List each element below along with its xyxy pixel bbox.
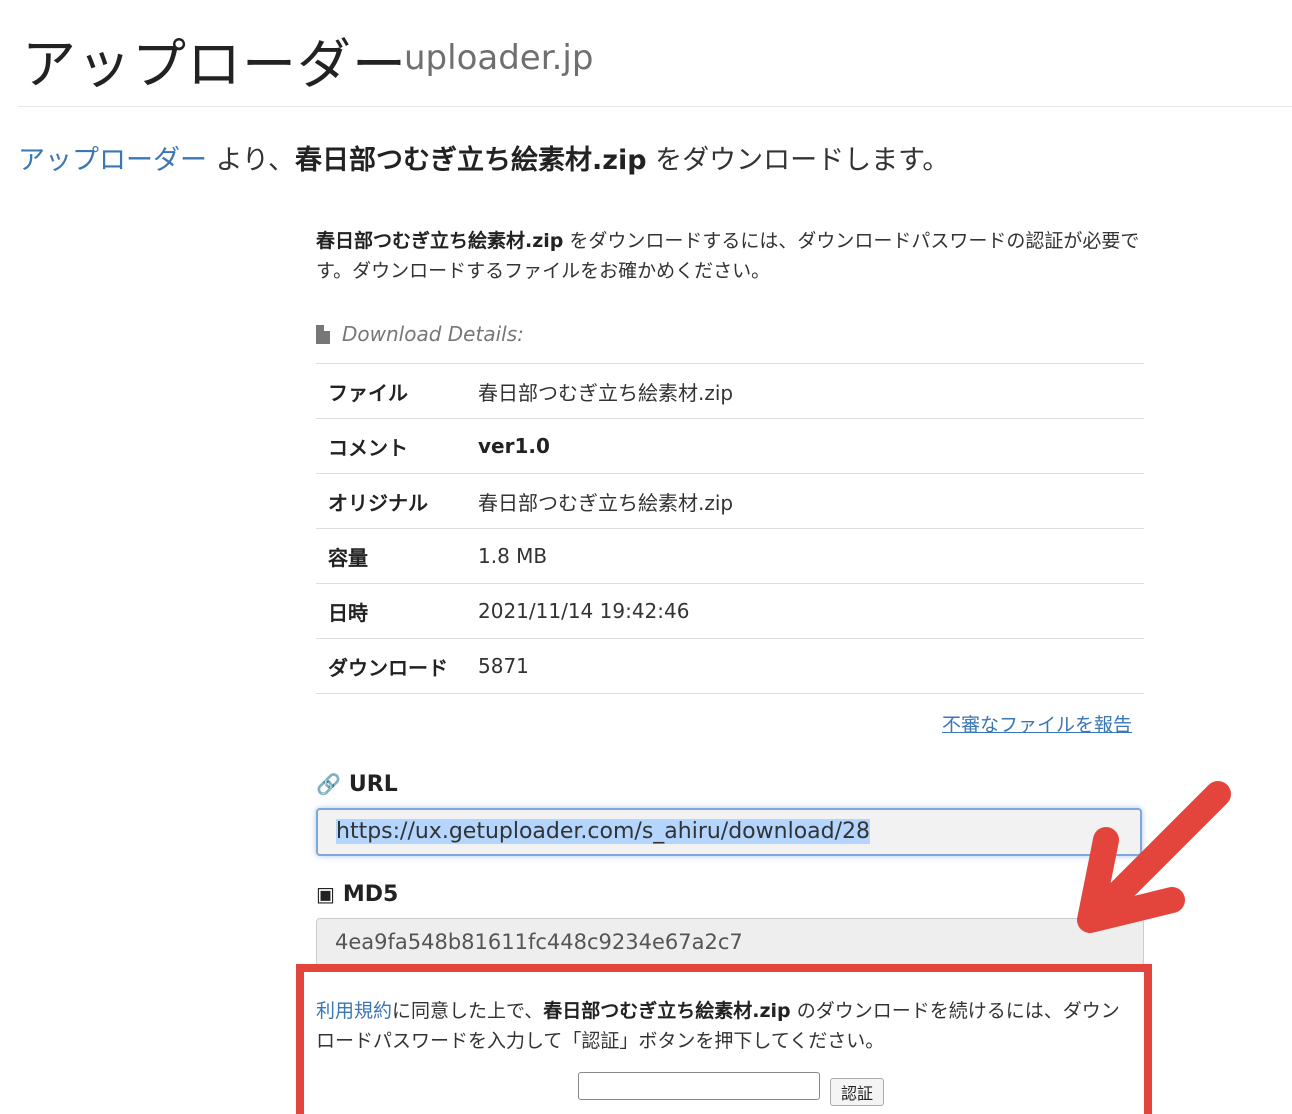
row-value: 春日部つむぎ立ち絵素材.zip	[478, 363, 1144, 419]
row-value: 春日部つむぎ立ち絵素材.zip	[478, 473, 1144, 529]
intro-text: 春日部つむぎ立ち絵素材.zip をダウンロードするには、ダウンロードパスワードの…	[316, 226, 1144, 286]
page-heading: アップローダー より、春日部つむぎ立ち絵素材.zip をダウンロードします。	[18, 138, 949, 177]
url-value: https://ux.getuploader.com/s_ahiru/downl…	[336, 819, 871, 844]
file-icon	[316, 325, 330, 344]
url-label: 🔗 URL	[316, 772, 398, 797]
details-heading-text: Download Details:	[342, 322, 524, 346]
table-row: オリジナル 春日部つむぎ立ち絵素材.zip	[316, 473, 1144, 529]
lead-suffix: をダウンロードします。	[646, 145, 950, 176]
table-row: ダウンロード 5871	[316, 638, 1144, 694]
row-key: コメント	[316, 418, 478, 474]
md5-label: ▣ MD5	[316, 882, 398, 907]
row-value: ver1.0	[478, 418, 1144, 474]
site-header: アップローダー uploader.jp	[18, 14, 1292, 107]
table-row: コメント ver1.0	[316, 418, 1144, 474]
auth-text-1: に同意した上で、	[392, 1000, 544, 1022]
table-row: 容量 1.8 MB	[316, 528, 1144, 584]
terms-link[interactable]: 利用規約	[316, 1000, 392, 1022]
auth-section-highlight: 利用規約に同意した上で、春日部つむぎ立ち絵素材.zip のダウンロードを続けるに…	[296, 964, 1152, 1114]
report-file-link[interactable]: 不審なファイルを報告	[942, 710, 1132, 737]
row-value: 1.8 MB	[478, 528, 1144, 584]
annotation-arrow-icon	[1077, 781, 1231, 933]
table-row: 日時 2021/11/14 19:42:46	[316, 583, 1144, 639]
intro-filename: 春日部つむぎ立ち絵素材.zip	[316, 230, 564, 252]
table-row: ファイル 春日部つむぎ立ち絵素材.zip	[316, 363, 1144, 419]
auth-instructions: 利用規約に同意した上で、春日部つむぎ立ち絵素材.zip のダウンロードを続けるに…	[316, 996, 1136, 1056]
details-heading: Download Details:	[316, 322, 524, 346]
auth-filename: 春日部つむぎ立ち絵素材.zip	[543, 1000, 791, 1022]
details-table: ファイル 春日部つむぎ立ち絵素材.zip コメント ver1.0 オリジナル 春…	[316, 363, 1144, 694]
site-title[interactable]: アップローダー	[22, 20, 407, 99]
url-field[interactable]: https://ux.getuploader.com/s_ahiru/downl…	[316, 808, 1142, 856]
md5-label-text: MD5	[342, 882, 399, 907]
lead-filename: 春日部つむぎ立ち絵素材.zip	[294, 145, 647, 176]
row-key: ファイル	[316, 363, 478, 419]
lead-from: より、	[207, 145, 295, 176]
md5-field[interactable]: 4ea9fa548b81611fc448c9234e67a2c7	[316, 918, 1144, 966]
row-key: オリジナル	[316, 473, 478, 529]
row-key: 日時	[316, 583, 478, 639]
file-code-icon: ▣	[316, 882, 335, 906]
site-subtitle: uploader.jp	[404, 38, 594, 78]
auth-button[interactable]: 認証	[830, 1078, 884, 1106]
row-value: 2021/11/14 19:42:46	[478, 583, 1144, 639]
row-key: 容量	[316, 528, 478, 584]
row-value: 5871	[478, 638, 1144, 694]
uploader-link[interactable]: アップローダー	[18, 145, 207, 176]
link-icon: 🔗	[316, 772, 341, 796]
password-input[interactable]	[578, 1072, 820, 1100]
row-key: ダウンロード	[316, 638, 478, 694]
url-label-text: URL	[348, 772, 398, 797]
download-panel: 春日部つむぎ立ち絵素材.zip をダウンロードするには、ダウンロードパスワードの…	[316, 226, 1144, 966]
